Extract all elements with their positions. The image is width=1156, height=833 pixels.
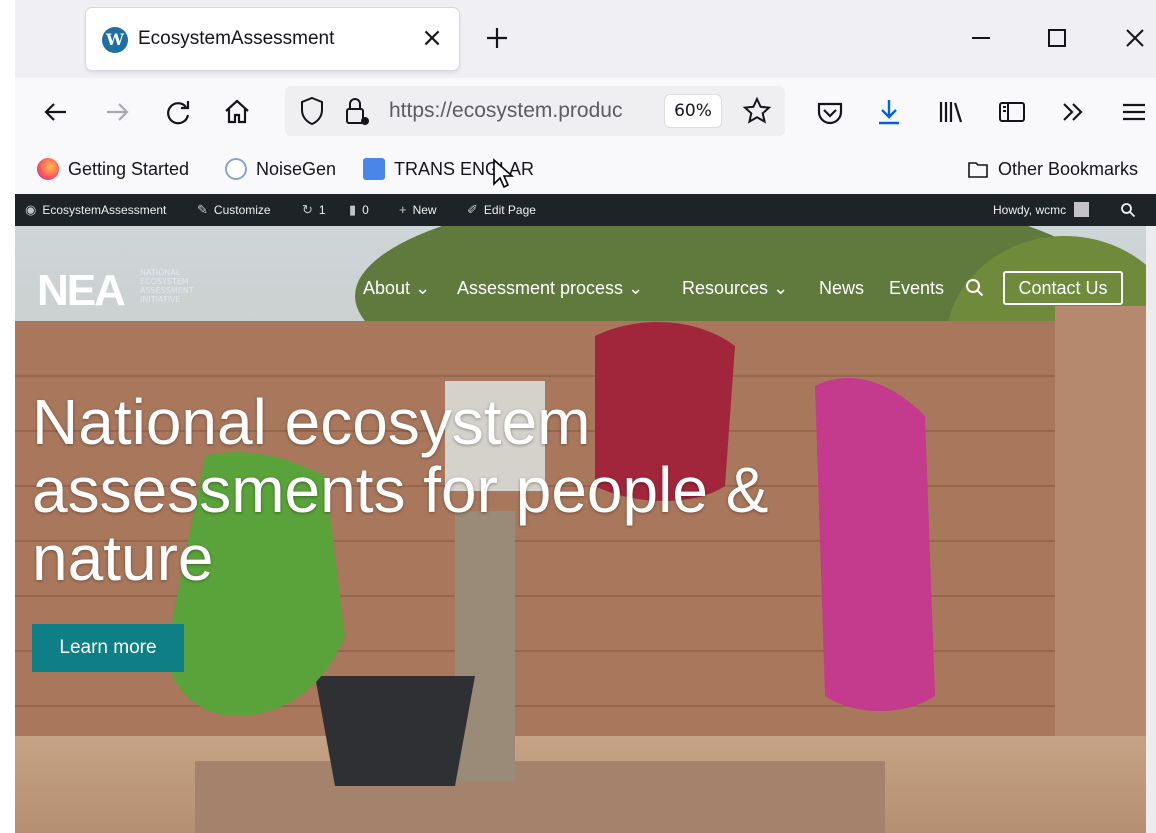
admin-edit-label: Edit Page	[483, 203, 536, 217]
dashboard-icon: ◉	[25, 202, 37, 217]
avatar	[1074, 202, 1090, 217]
other-bookmarks[interactable]: Other Bookmarks	[967, 156, 1138, 182]
nav-about[interactable]: About ⌄	[363, 278, 430, 299]
admin-comments[interactable]: ▮ 0	[349, 202, 369, 218]
tab-title: EcosystemAssessment	[138, 28, 335, 49]
wp-admin-bar: ◉ EcosystemAssessment ✎ Customize ↻ 1 ▮ …	[15, 194, 1156, 226]
admin-edit-page[interactable]: ✐ Edit Page	[467, 202, 536, 218]
nav-resources[interactable]: Resources ⌄	[682, 278, 788, 299]
noisegen-icon	[225, 158, 247, 180]
maximize-icon[interactable]	[1041, 22, 1073, 54]
url-text[interactable]: https://ecosystem.produc	[389, 99, 649, 123]
nav-news-label: News	[819, 278, 865, 298]
sidebar-icon[interactable]	[995, 95, 1029, 129]
contact-us-button[interactable]: Contact Us	[1003, 271, 1123, 305]
nav-events[interactable]: Events	[889, 278, 944, 299]
tab-ecosystem[interactable]: W EcosystemAssessment ×	[86, 8, 459, 70]
admin-updates[interactable]: ↻ 1	[302, 202, 326, 218]
comment-icon: ▮	[349, 202, 357, 217]
admin-customize-label: Customize	[213, 203, 271, 217]
admin-updates-count: 1	[318, 203, 326, 217]
admin-howdy-label: Howdy, wcmc	[993, 202, 1067, 217]
shield-icon[interactable]	[297, 95, 327, 127]
url-bar[interactable]: https://ecosystem.produc 60%	[285, 86, 785, 136]
logo-mark: NEA	[37, 266, 126, 315]
download-icon[interactable]	[872, 95, 906, 129]
menu-icon[interactable]	[1117, 95, 1151, 129]
brush-icon: ✎	[197, 202, 208, 217]
hero-section: NEA NATIONAL ECOSYSTEM ASSESSMENT INITIA…	[15, 226, 1146, 833]
chevron-down-icon: ⌄	[773, 278, 789, 298]
admin-howdy[interactable]: Howdy, wcmc	[993, 202, 1090, 217]
tab-strip: W EcosystemAssessment ×	[15, 0, 1156, 78]
admin-site-link[interactable]: ◉ EcosystemAssessment	[25, 202, 166, 218]
translate-icon	[363, 158, 385, 180]
browser-window: W EcosystemAssessment × https://ecosyste…	[15, 0, 1156, 833]
site-logo[interactable]: NEA NATIONAL ECOSYSTEM ASSESSMENT INITIA…	[37, 266, 194, 316]
wordpress-icon: W	[102, 27, 128, 53]
home-icon[interactable]	[220, 95, 254, 129]
hero-headline: National ecosystem assessments for peopl…	[32, 386, 769, 594]
admin-new-label: New	[412, 202, 437, 217]
reload-icon[interactable]	[161, 95, 195, 129]
nav-about-label: About	[363, 278, 411, 298]
bookmark-label: NoiseGen	[256, 158, 337, 179]
updates-icon: ↻	[302, 202, 313, 217]
library-icon[interactable]	[933, 95, 967, 129]
folder-icon	[968, 162, 988, 178]
search-icon[interactable]	[965, 278, 985, 298]
minimize-icon[interactable]	[965, 22, 997, 54]
nav-resources-label: Resources	[682, 278, 769, 298]
admin-customize[interactable]: ✎ Customize	[197, 202, 271, 218]
bookmark-label: Getting Started	[68, 158, 190, 179]
bookmark-star-icon[interactable]	[741, 95, 773, 127]
close-window-icon[interactable]	[1119, 22, 1151, 54]
pocket-icon[interactable]	[813, 95, 847, 129]
overflow-chevron-icon[interactable]	[1056, 95, 1090, 129]
admin-site-label: EcosystemAssessment	[42, 203, 167, 217]
admin-search-icon[interactable]	[1120, 202, 1136, 218]
nav-bar: https://ecosystem.produc 60%	[15, 78, 1156, 144]
close-tab-icon[interactable]: ×	[417, 21, 447, 55]
firefox-icon	[37, 158, 59, 180]
bookmark-item-noisegen[interactable]: NoiseGen	[225, 156, 336, 182]
nav-assessment-process[interactable]: Assessment process ⌄	[457, 278, 643, 299]
chevron-down-icon: ⌄	[415, 278, 431, 298]
scrollbar[interactable]	[1146, 226, 1156, 833]
nav-events-label: Events	[889, 278, 945, 298]
nav-assessment-label: Assessment process	[457, 278, 624, 298]
forward-icon[interactable]	[100, 95, 134, 129]
bookmark-item-getting-started[interactable]: Getting Started	[37, 156, 189, 182]
back-icon[interactable]	[39, 95, 73, 129]
bookmarks-bar: Getting Started NoiseGen TRANS ENGLAR Ot…	[15, 144, 1156, 194]
pencil-icon: ✐	[467, 202, 478, 217]
learn-more-button[interactable]: Learn more	[32, 624, 184, 672]
lock-icon[interactable]	[341, 94, 371, 128]
admin-comments-count: 0	[362, 203, 369, 217]
chevron-down-icon: ⌄	[628, 278, 644, 298]
plus-icon: +	[399, 202, 407, 217]
nav-news[interactable]: News	[819, 278, 864, 299]
new-tab-icon[interactable]	[481, 22, 513, 54]
zoom-level[interactable]: 60%	[665, 95, 721, 127]
logo-subtitle: NATIONAL ECOSYSTEM ASSESSMENT INITIATIVE	[140, 268, 194, 304]
mouse-cursor-icon	[493, 158, 515, 189]
admin-new[interactable]: + New	[399, 202, 437, 217]
other-bookmarks-label: Other Bookmarks	[998, 158, 1139, 179]
